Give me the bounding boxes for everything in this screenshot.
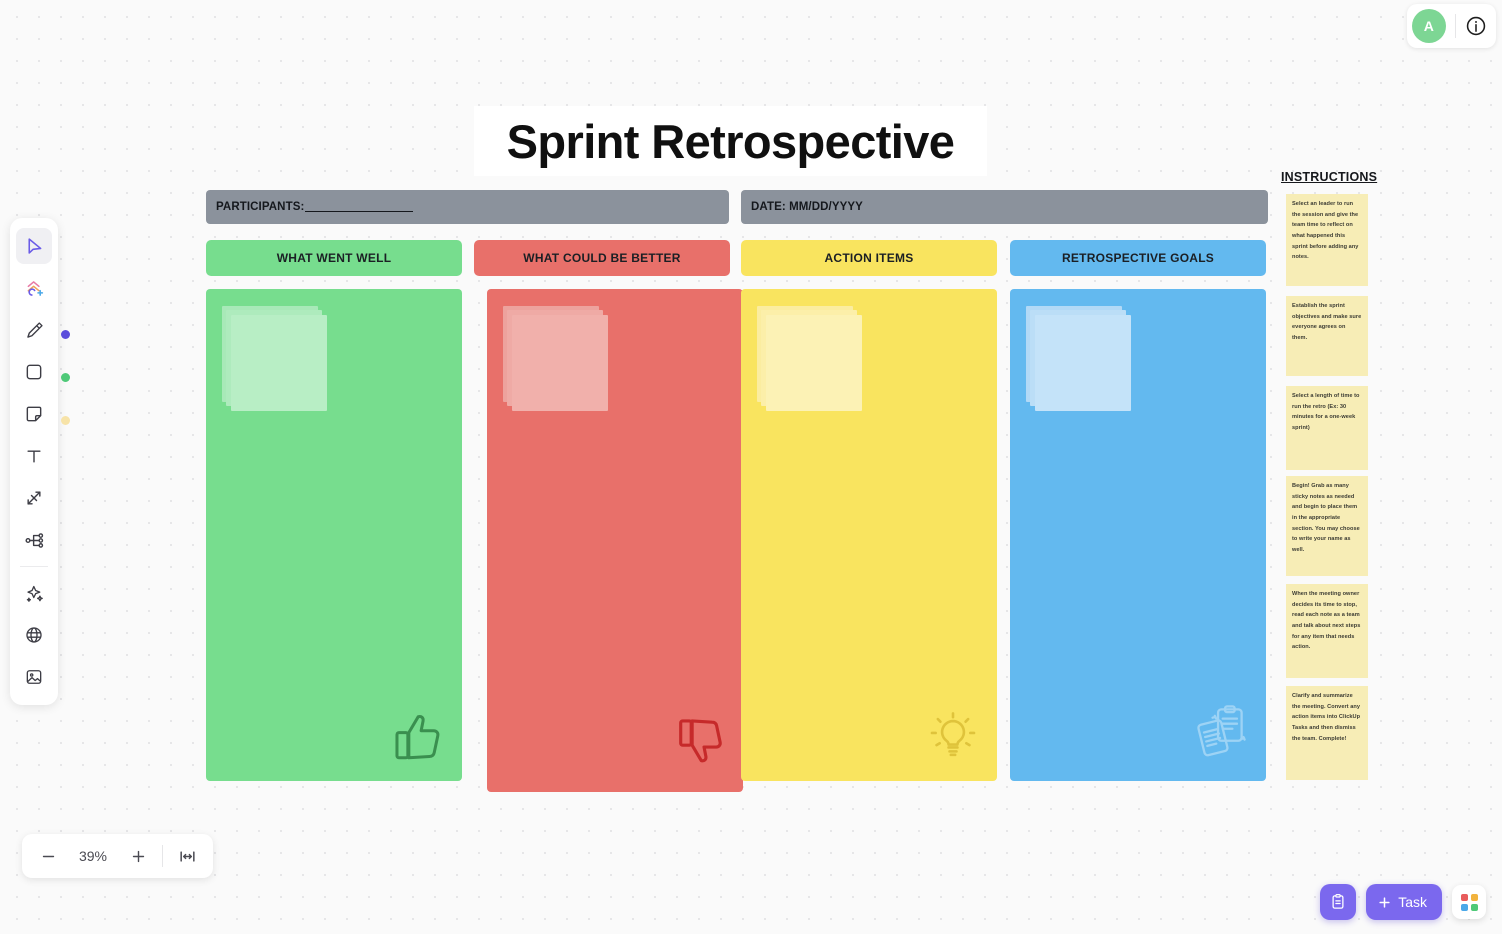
globe-icon[interactable]	[16, 617, 52, 653]
bottom-right-actions: Task	[1320, 884, 1486, 920]
shapes-tool[interactable]	[16, 270, 52, 306]
column-header-label: RETROSPECTIVE GOALS	[1061, 251, 1215, 265]
participants-blank	[305, 203, 414, 212]
doc-button[interactable]	[1320, 884, 1357, 920]
board-title-box: Sprint Retrospective	[474, 106, 987, 176]
avatar[interactable]: A	[1412, 9, 1446, 43]
instruction-note[interactable]: Select an leader to run the session and …	[1286, 194, 1368, 286]
pen-tool[interactable]	[16, 312, 52, 348]
date-field[interactable]: DATE: MM/DD/YYYY	[741, 190, 1268, 224]
column-body-went-well[interactable]	[206, 289, 462, 781]
add-task-label: Task	[1398, 894, 1427, 910]
sticky-note-stack[interactable]	[503, 306, 608, 411]
color-dot-purple[interactable]	[61, 330, 70, 339]
column-header-retro-goals[interactable]: RETROSPECTIVE GOALS	[1010, 240, 1266, 276]
left-toolbar	[10, 218, 58, 705]
mindmap-tool[interactable]	[16, 522, 52, 558]
color-dot-yellow[interactable]	[61, 416, 70, 425]
ai-tool[interactable]	[16, 575, 52, 611]
zoom-controls: 39%	[22, 834, 213, 878]
column-header-label: WHAT COULD BE BETTER	[523, 251, 681, 265]
apps-grid-icon	[1460, 893, 1478, 911]
column-header-label: ACTION ITEMS	[824, 251, 914, 265]
sticky-note-stack[interactable]	[1026, 306, 1131, 411]
instruction-note[interactable]: Begin! Grab as many sticky notes as need…	[1286, 476, 1368, 576]
add-task-button[interactable]: Task	[1366, 884, 1442, 920]
thumbs-down-icon	[673, 713, 729, 774]
divider	[162, 845, 163, 867]
divider	[1455, 14, 1456, 38]
rectangle-tool[interactable]	[16, 354, 52, 390]
participants-field[interactable]: PARTICIPANTS:	[206, 190, 729, 224]
sticky-note-stack[interactable]	[757, 306, 862, 411]
column-header-could-better[interactable]: WHAT COULD BE BETTER	[474, 240, 730, 276]
instruction-note[interactable]: When the meeting owner decides its time …	[1286, 584, 1368, 678]
column-header-went-well[interactable]: WHAT WENT WELL	[206, 240, 462, 276]
instruction-note[interactable]: Clarify and summarize the meeting. Conve…	[1286, 686, 1368, 780]
sticky-note-tool[interactable]	[16, 396, 52, 432]
page-title: Sprint Retrospective	[506, 114, 955, 168]
zoom-in-button[interactable]	[118, 836, 158, 876]
column-body-could-better[interactable]	[487, 289, 743, 792]
top-right-toolbar: A	[1407, 4, 1496, 48]
column-header-action-items[interactable]: ACTION ITEMS	[741, 240, 997, 276]
instructions-title: INSTRUCTIONS	[1281, 170, 1378, 184]
image-tool[interactable]	[16, 659, 52, 695]
column-body-retro-goals[interactable]	[1010, 289, 1266, 781]
color-dot-green[interactable]	[61, 373, 70, 382]
toolbar-divider	[20, 566, 48, 567]
sticky-note-stack[interactable]	[222, 306, 327, 411]
participants-label: PARTICIPANTS:	[216, 201, 305, 213]
text-tool[interactable]	[16, 438, 52, 474]
select-tool[interactable]	[16, 228, 52, 264]
date-label: DATE: MM/DD/YYYY	[751, 201, 863, 213]
connector-tool[interactable]	[16, 480, 52, 516]
apps-grid-button[interactable]	[1452, 885, 1486, 919]
column-header-label: WHAT WENT WELL	[276, 251, 392, 265]
fit-to-screen-button[interactable]	[167, 836, 207, 876]
thumbs-up-icon	[388, 708, 448, 771]
lightbulb-icon	[927, 708, 979, 769]
column-body-action-items[interactable]	[741, 289, 997, 781]
zoom-out-button[interactable]	[28, 836, 68, 876]
instruction-note[interactable]: Establish the sprint objectives and make…	[1286, 296, 1368, 376]
clipboard-checklist-icon	[1188, 702, 1250, 767]
zoom-level-value[interactable]: 39%	[68, 848, 118, 864]
instruction-note[interactable]: Select a length of time to run the retro…	[1286, 386, 1368, 470]
info-icon[interactable]	[1465, 15, 1487, 37]
